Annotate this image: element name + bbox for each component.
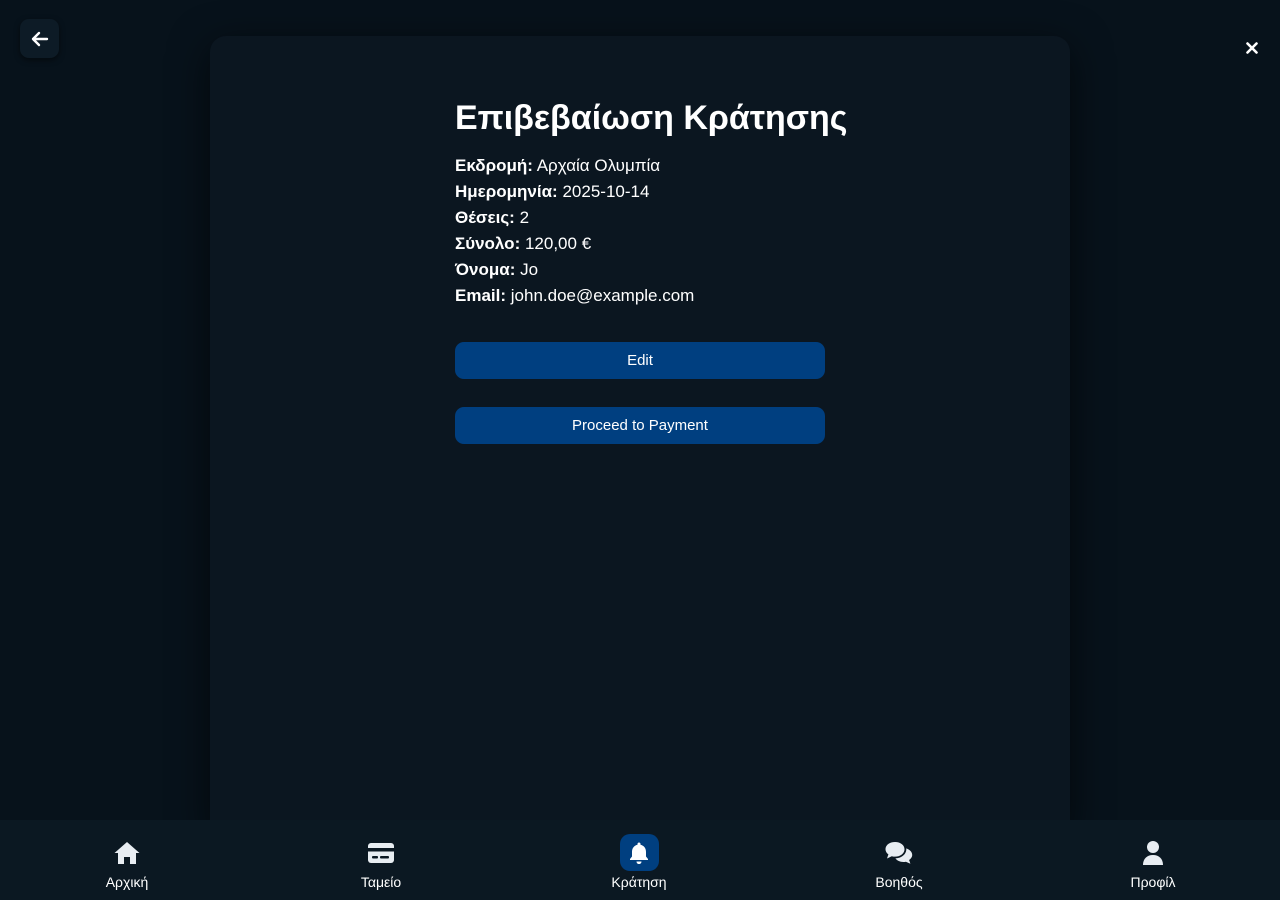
nav-icon-container [108,834,147,871]
nav-label-assistant: Βοηθός [875,874,923,890]
nav-label-checkout: Ταμείο [360,874,402,890]
detail-value-seats: 2 [519,208,530,227]
detail-row-seats: Θέσεις: 2 [455,205,825,231]
nav-item-profile[interactable]: Προφίλ [1093,820,1213,900]
nav-item-checkout[interactable]: Ταμείο [321,820,441,900]
booking-details: Εκδρομή: Αρχαία Ολυμπία Ημερομηνία: 2025… [455,153,825,309]
nav-label-profile: Προφίλ [1130,874,1176,890]
detail-label-name: Όνομα: [455,260,516,279]
back-button[interactable] [20,19,59,58]
nav-icon-container [880,834,919,871]
arrow-left-icon [31,31,48,46]
close-button[interactable] [1238,34,1266,62]
detail-value-total: 120,00 € [524,234,592,253]
detail-label-total: Σύνολο: [455,234,521,253]
edit-button[interactable]: Edit [455,342,825,379]
detail-label-trip: Εκδρομή: [455,156,533,175]
home-icon [114,841,140,864]
proceed-to-payment-button[interactable]: Proceed to Payment [455,407,825,444]
chat-icon [885,841,913,864]
detail-row-trip: Εκδρομή: Αρχαία Ολυμπία [455,153,825,179]
detail-row-name: Όνομα: Jo [455,257,825,283]
detail-label-date: Ημερομηνία: [455,182,558,201]
detail-row-date: Ημερομηνία: 2025-10-14 [455,179,825,205]
nav-label-booking: Κράτηση [611,874,667,890]
bell-icon [630,842,648,864]
nav-icon-container [362,834,401,871]
nav-label-home: Αρχική [105,874,149,890]
nav-item-assistant[interactable]: Βοηθός [839,820,959,900]
detail-row-email: Email: john.doe@example.com [455,283,825,309]
nav-icon-container [1134,834,1173,871]
page-title: Επιβεβαίωση Κράτησης [455,99,848,137]
detail-value-trip: Αρχαία Ολυμπία [536,156,661,175]
detail-label-seats: Θέσεις: [455,208,515,227]
nav-item-home[interactable]: Αρχική [67,820,187,900]
close-icon [1246,42,1258,54]
detail-value-date: 2025-10-14 [562,182,650,201]
app-root: Επιβεβαίωση Κράτησης Εκδρομή: Αρχαία Ολυ… [0,0,1280,900]
detail-value-name: Jo [520,260,539,279]
credit-card-icon [368,842,394,863]
detail-value-email: john.doe@example.com [510,286,695,305]
booking-confirmation-modal: Επιβεβαίωση Κράτησης Εκδρομή: Αρχαία Ολυ… [210,36,1070,836]
nav-icon-container-active [619,834,659,871]
user-icon [1143,840,1163,865]
nav-item-booking[interactable]: Κράτηση [579,820,699,900]
detail-row-total: Σύνολο: 120,00 € [455,231,825,257]
detail-label-email: Email: [455,286,507,305]
bottom-navigation: Αρχική Ταμείο Κράτηση Βοηθός Προφίλ [0,820,1280,900]
confirmation-content: Επιβεβαίωση Κράτησης Εκδρομή: Αρχαία Ολυ… [455,96,848,444]
